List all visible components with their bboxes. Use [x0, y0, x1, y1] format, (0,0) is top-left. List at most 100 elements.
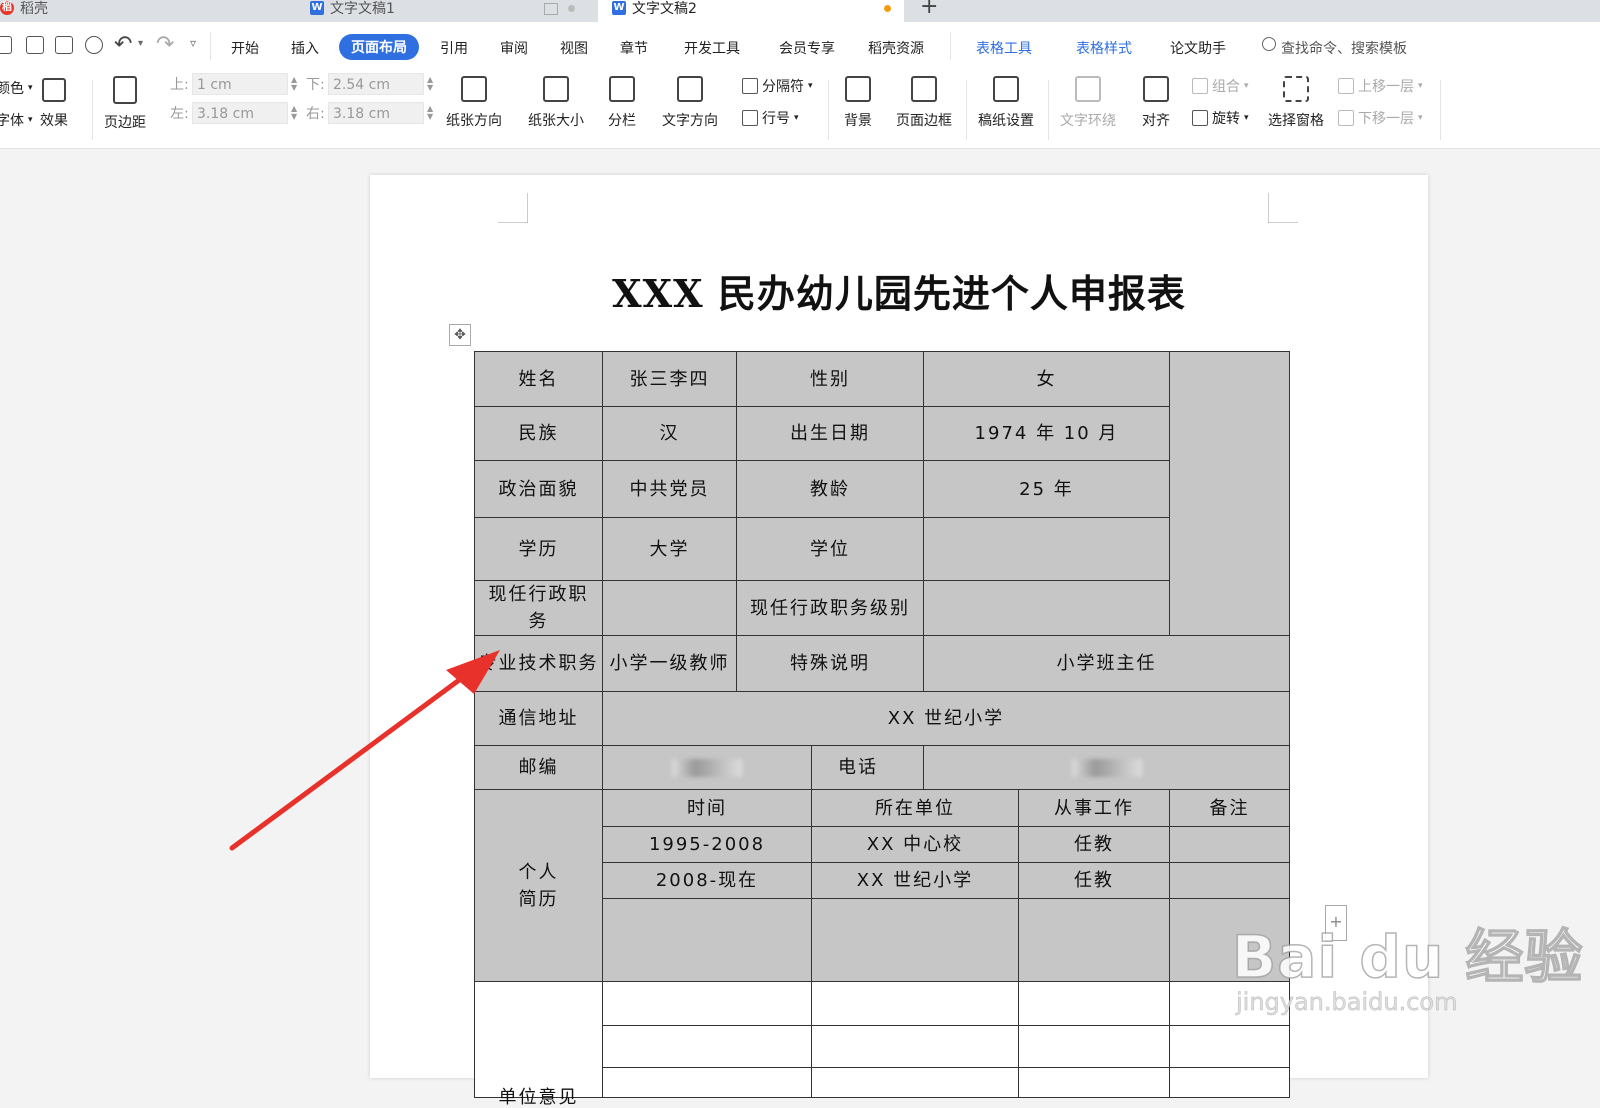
- right-margin-field[interactable]: 右: 3.18 cm ▲ ▼: [306, 101, 433, 125]
- empty-cell[interactable]: [1169, 1067, 1290, 1098]
- menu-chapter[interactable]: 章节: [620, 38, 648, 58]
- breaks-button[interactable]: 分隔符 ▾: [742, 76, 813, 96]
- empty-cell[interactable]: [811, 981, 1019, 1026]
- background-button[interactable]: 背景: [844, 76, 872, 130]
- admin-level-value[interactable]: [923, 580, 1170, 636]
- empty-cell[interactable]: [1018, 1067, 1170, 1098]
- zip-value[interactable]: [602, 745, 812, 790]
- spinner-icon[interactable]: ▲ ▼: [427, 76, 433, 92]
- menu-member[interactable]: 会员专享: [779, 38, 835, 58]
- text-direction-button[interactable]: 文字方向: [662, 76, 718, 130]
- line-numbers-button[interactable]: 行号 ▾: [742, 108, 799, 128]
- table-move-handle-icon[interactable]: ✥: [449, 324, 471, 346]
- customize-toolbar-icon[interactable]: ▿: [190, 36, 196, 50]
- empty-cell[interactable]: [811, 1067, 1019, 1098]
- theme-font-button[interactable]: 字体 ▾: [0, 110, 33, 130]
- right-margin-input[interactable]: 3.18 cm: [328, 102, 424, 124]
- teaching-years-value[interactable]: 25 年: [923, 460, 1170, 518]
- left-margin-field[interactable]: 左: 3.18 cm ▲ ▼: [170, 101, 297, 125]
- columns-button[interactable]: 分栏: [608, 76, 636, 130]
- manuscript-button[interactable]: 稿纸设置: [978, 76, 1034, 130]
- theme-color-button[interactable]: 颜色 ▾: [0, 78, 33, 98]
- gender-value[interactable]: 女: [923, 351, 1170, 407]
- menu-insert[interactable]: 插入: [291, 38, 319, 58]
- menu-view[interactable]: 视图: [560, 38, 588, 58]
- tab-daoke[interactable]: 稻 稻壳: [0, 0, 290, 22]
- send-backward-button[interactable]: 下移一层 ▾: [1338, 108, 1423, 128]
- menu-table-tools[interactable]: 表格工具: [976, 38, 1032, 58]
- empty-cell[interactable]: [1018, 1025, 1170, 1068]
- tech-post-value[interactable]: 小学一级教师: [602, 635, 737, 692]
- new-tab-button[interactable]: +: [920, 0, 938, 22]
- name-value[interactable]: 张三李四: [602, 351, 737, 407]
- bring-forward-button[interactable]: 上移一层 ▾: [1338, 76, 1423, 96]
- menu-references[interactable]: 引用: [440, 38, 468, 58]
- rotate-button[interactable]: 旋转 ▾: [1192, 108, 1249, 128]
- save-icon[interactable]: [0, 36, 12, 54]
- spinner-icon[interactable]: ▲ ▼: [291, 105, 297, 121]
- print-preview-icon[interactable]: [85, 36, 103, 54]
- undo-icon[interactable]: ↶: [114, 32, 132, 57]
- resume-unit-empty[interactable]: [811, 898, 1019, 982]
- empty-cell[interactable]: [602, 981, 812, 1026]
- degree-value[interactable]: [923, 517, 1170, 581]
- menu-developer[interactable]: 开发工具: [684, 38, 740, 58]
- education-value[interactable]: 大学: [602, 517, 737, 581]
- resume-time[interactable]: 2008-现在: [602, 862, 812, 899]
- margins-button[interactable]: 页边距: [104, 76, 146, 132]
- print-icon[interactable]: [55, 36, 73, 54]
- special-note-value[interactable]: 小学班主任: [923, 635, 1290, 692]
- ethnicity-value[interactable]: 汉: [602, 406, 737, 461]
- tab-document-1[interactable]: W 文字文稿1: [296, 0, 592, 22]
- empty-cell[interactable]: [1018, 981, 1170, 1026]
- resume-notes[interactable]: [1169, 826, 1290, 863]
- resume-time[interactable]: 1995-2008: [602, 826, 812, 863]
- empty-cell[interactable]: [811, 1025, 1019, 1068]
- orientation-button[interactable]: 纸张方向: [446, 76, 502, 130]
- admin-post-value[interactable]: [602, 580, 737, 636]
- left-margin-input[interactable]: 3.18 cm: [192, 102, 288, 124]
- top-margin-field[interactable]: 上: 1 cm ▲ ▼: [170, 72, 297, 96]
- paper-size-button[interactable]: 纸张大小: [528, 76, 584, 130]
- pin-icon[interactable]: [544, 3, 558, 15]
- resume-time-empty[interactable]: [602, 898, 812, 982]
- align-button[interactable]: 对齐: [1142, 76, 1170, 130]
- undo-dropdown-icon[interactable]: ▾: [138, 38, 143, 49]
- menu-page-layout[interactable]: 页面布局: [339, 34, 419, 60]
- birth-date-value[interactable]: 1974 年 10 月: [923, 406, 1170, 461]
- bottom-margin-input[interactable]: 2.54 cm: [328, 73, 424, 95]
- photo-cell[interactable]: [1169, 351, 1290, 636]
- address-value[interactable]: XX 世纪小学: [602, 691, 1290, 746]
- bottom-margin-field[interactable]: 下: 2.54 cm ▲ ▼: [306, 72, 433, 96]
- resume-unit[interactable]: XX 中心校: [811, 826, 1019, 863]
- resume-unit[interactable]: XX 世纪小学: [811, 862, 1019, 899]
- effects-button[interactable]: 效果: [40, 78, 68, 130]
- menu-daoke-resources[interactable]: 稻壳资源: [868, 38, 924, 58]
- menu-thesis-assistant[interactable]: 论文助手: [1170, 38, 1226, 58]
- menu-review[interactable]: 审阅: [500, 38, 528, 58]
- resume-work[interactable]: 任教: [1018, 862, 1170, 899]
- political-status-value[interactable]: 中共党员: [602, 460, 737, 518]
- tab-document-2[interactable]: W 文字文稿2: [598, 0, 904, 22]
- empty-cell[interactable]: [602, 1067, 812, 1098]
- empty-cell[interactable]: [1169, 1025, 1290, 1068]
- text-wrap-button[interactable]: 文字环绕: [1060, 76, 1116, 130]
- command-search-input[interactable]: 查找命令、搜索模板: [1281, 38, 1407, 58]
- menu-table-style[interactable]: 表格样式: [1076, 38, 1132, 58]
- resume-notes[interactable]: [1169, 862, 1290, 899]
- group-button[interactable]: 组合 ▾: [1192, 76, 1249, 96]
- text-direction-icon: [677, 76, 703, 102]
- empty-cell[interactable]: [602, 1025, 812, 1068]
- spinner-icon[interactable]: ▲ ▼: [291, 76, 297, 92]
- top-margin-input[interactable]: 1 cm: [192, 73, 288, 95]
- spinner-icon[interactable]: ▲ ▼: [427, 105, 433, 121]
- resume-work-empty[interactable]: [1018, 898, 1170, 982]
- phone-value[interactable]: [923, 745, 1290, 790]
- align-label: 对齐: [1142, 113, 1170, 129]
- selection-pane-button[interactable]: 选择窗格: [1268, 76, 1324, 130]
- resume-work[interactable]: 任教: [1018, 826, 1170, 863]
- redo-icon[interactable]: ↷: [156, 32, 174, 57]
- export-pdf-icon[interactable]: [26, 36, 44, 54]
- page-border-button[interactable]: 页面边框: [896, 76, 952, 130]
- menu-home[interactable]: 开始: [231, 38, 259, 58]
